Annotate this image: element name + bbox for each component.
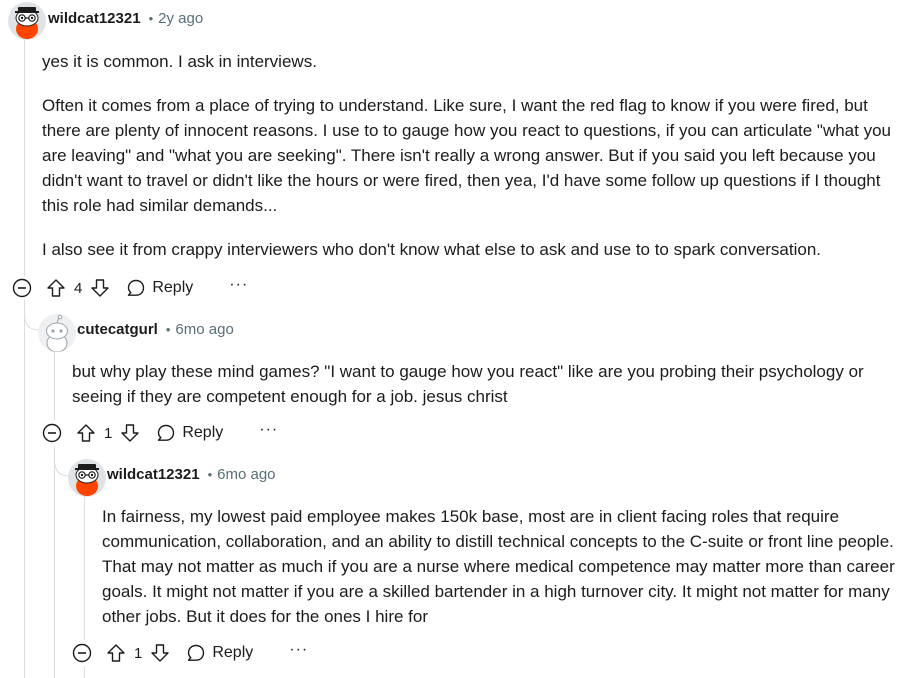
- timestamp[interactable]: 6mo ago: [175, 321, 233, 338]
- snoo-avatar-icon: [38, 314, 76, 352]
- timestamp[interactable]: 6mo ago: [217, 466, 275, 483]
- collapse-button[interactable]: [42, 423, 62, 443]
- comment: cutecatgurl • 6mo ago but why play these…: [0, 310, 920, 460]
- username[interactable]: cutecatgurl: [77, 321, 158, 338]
- comment-meta: wildcat12321 • 6mo ago: [107, 466, 276, 483]
- arrow-up-icon: [77, 424, 95, 442]
- more-options-button[interactable]: ···: [229, 276, 248, 294]
- comment-body: yes it is common. I ask in interviews. O…: [42, 49, 908, 262]
- vote-count: 1: [134, 644, 143, 662]
- separator-dot: •: [148, 11, 154, 26]
- collapse-button[interactable]: [12, 278, 32, 298]
- avatar[interactable]: [68, 459, 106, 497]
- reply-button[interactable]: Reply: [126, 278, 193, 298]
- comment: wildcat12321 • 6mo ago In fairness, my l…: [0, 456, 920, 678]
- username[interactable]: wildcat12321: [107, 466, 200, 483]
- comment-thread: wildcat12321 • 2y ago yes it is common. …: [0, 0, 920, 678]
- comment: wildcat12321 • 2y ago yes it is common. …: [0, 0, 920, 300]
- snoo-avatar-icon: [68, 459, 106, 497]
- minus-circle-icon: [72, 643, 92, 663]
- more-options-button[interactable]: ···: [289, 641, 308, 659]
- upvote-button[interactable]: [44, 276, 68, 300]
- comment-actions: 4 Reply ···: [44, 272, 248, 304]
- comment-body: In fairness, my lowest paid employee mak…: [102, 504, 908, 629]
- arrow-down-icon: [121, 424, 140, 442]
- comment-body: but why play these mind games? "I want t…: [72, 359, 908, 409]
- minus-circle-icon: [42, 423, 62, 443]
- upvote-button[interactable]: [104, 641, 128, 665]
- arrow-up-icon: [47, 279, 65, 297]
- comment-meta: cutecatgurl • 6mo ago: [77, 321, 234, 338]
- reply-label: Reply: [212, 644, 254, 661]
- arrow-up-icon: [107, 644, 125, 662]
- reply-label: Reply: [182, 424, 224, 441]
- arrow-down-icon: [91, 279, 110, 297]
- upvote-button[interactable]: [74, 421, 98, 445]
- downvote-button[interactable]: [148, 641, 172, 665]
- comment-actions: 1 Reply ···: [104, 637, 308, 669]
- arrow-down-icon: [151, 644, 170, 662]
- reply-button[interactable]: Reply: [156, 423, 223, 443]
- comment-meta: wildcat12321 • 2y ago: [48, 10, 203, 27]
- avatar[interactable]: [8, 2, 46, 40]
- avatar[interactable]: [38, 314, 76, 352]
- vote-count: 4: [74, 279, 83, 297]
- comment-paragraph: yes it is common. I ask in interviews.: [42, 52, 317, 71]
- collapse-button[interactable]: [72, 643, 92, 663]
- separator-dot: •: [165, 322, 171, 337]
- comment-paragraph: Often it comes from a place of trying to…: [42, 96, 891, 215]
- comment-actions: 1 Reply ···: [74, 417, 278, 449]
- vote-count: 1: [104, 424, 113, 442]
- speech-bubble-icon: [158, 424, 175, 441]
- separator-dot: •: [207, 467, 213, 482]
- snoo-avatar-icon: [8, 2, 46, 40]
- downvote-button[interactable]: [88, 276, 112, 300]
- reply-button[interactable]: Reply: [186, 643, 253, 663]
- timestamp[interactable]: 2y ago: [158, 10, 203, 27]
- reply-label: Reply: [152, 279, 194, 296]
- username[interactable]: wildcat12321: [48, 10, 141, 27]
- downvote-button[interactable]: [118, 421, 142, 445]
- speech-bubble-icon: [128, 279, 145, 296]
- minus-circle-icon: [12, 278, 32, 298]
- comment-paragraph: In fairness, my lowest paid employee mak…: [102, 507, 895, 626]
- more-options-button[interactable]: ···: [259, 421, 278, 439]
- comment-paragraph: but why play these mind games? "I want t…: [72, 362, 864, 406]
- comment-paragraph: I also see it from crappy interviewers w…: [42, 240, 822, 259]
- speech-bubble-icon: [188, 644, 205, 661]
